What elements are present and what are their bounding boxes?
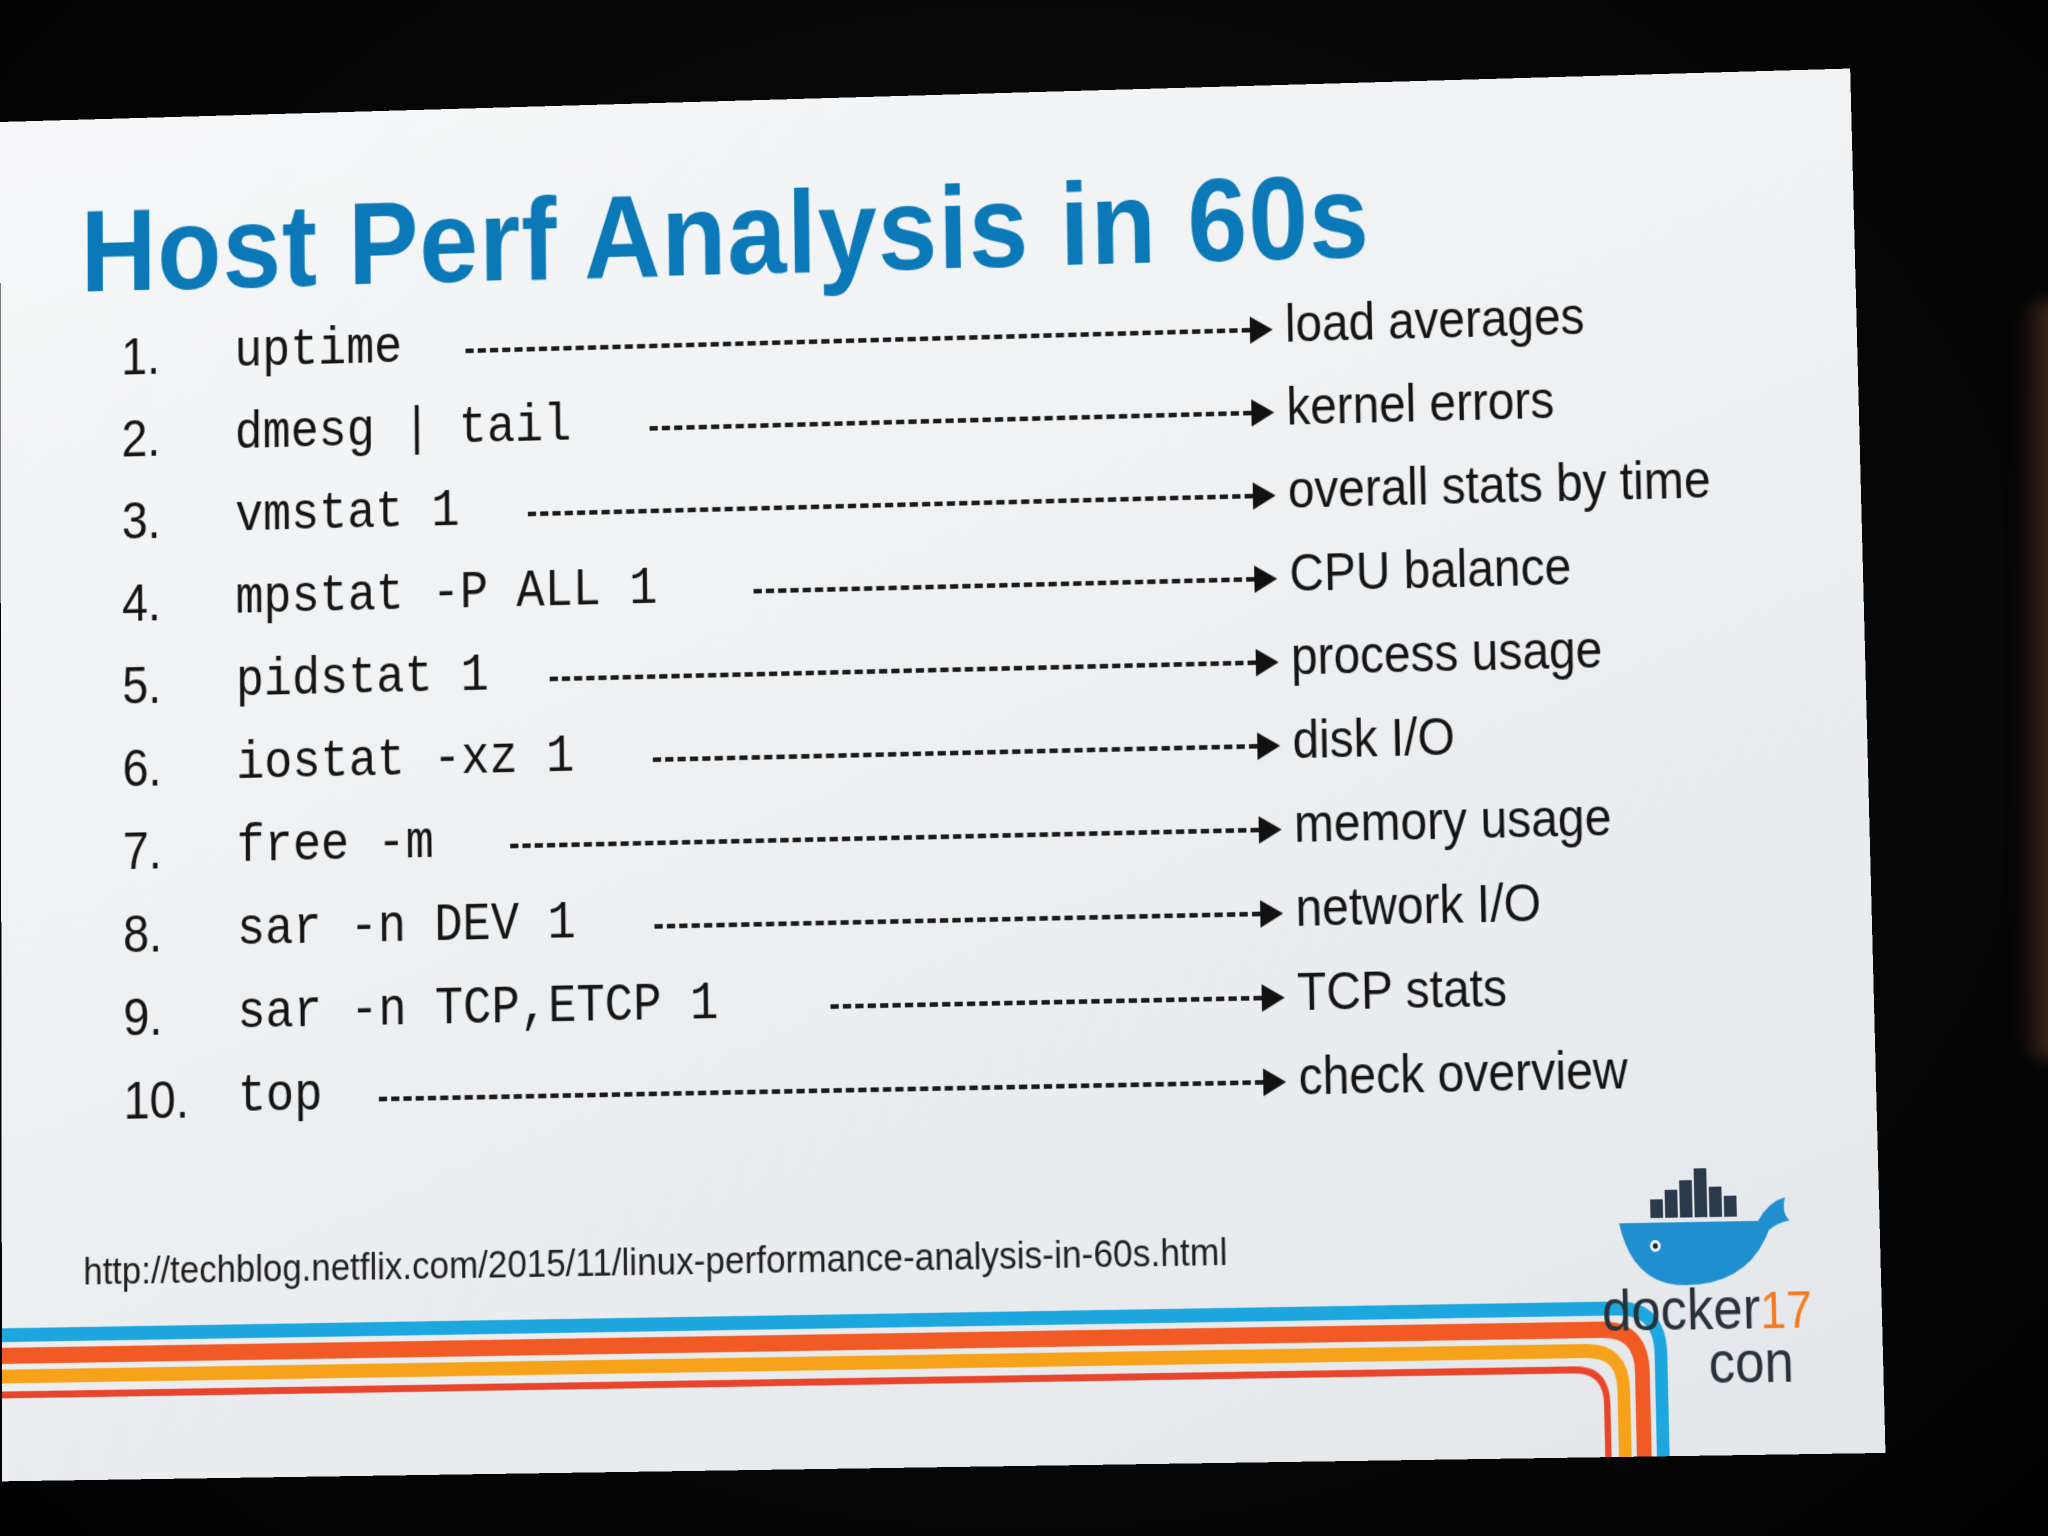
command-description: kernel errors: [1285, 369, 1555, 436]
command-description: disk I/O: [1291, 706, 1456, 770]
dashed-arrow-icon: [549, 660, 1256, 682]
command-text: free -m: [236, 813, 434, 877]
command-text: uptime: [234, 318, 403, 382]
command-text: mpstat -P ALL 1: [235, 559, 658, 629]
command-list: 1. uptime load averages 2. dmesg | tail …: [121, 274, 1845, 1146]
command-text: vmstat 1: [235, 481, 460, 547]
dashed-arrow-icon: [652, 743, 1258, 762]
logo-wordmark-con: con: [1707, 1328, 1795, 1396]
command-text: sar -n TCP,ETCP 1: [237, 974, 719, 1044]
dashed-arrow-icon: [753, 577, 1255, 594]
command-number: 5.: [122, 655, 162, 715]
command-number: 4.: [121, 572, 162, 633]
command-description: CPU balance: [1288, 536, 1572, 603]
command-description: check overview: [1298, 1039, 1629, 1106]
command-text: pidstat 1: [235, 646, 490, 712]
command-description: memory usage: [1293, 786, 1612, 854]
command-description: load averages: [1284, 286, 1585, 354]
command-description: network I/O: [1295, 872, 1542, 938]
photo-background: Host Perf Analysis in 60s 1. uptime load…: [0, 0, 2048, 1536]
command-text: iostat -xz 1: [236, 727, 575, 794]
source-link: http://techblog.netflix.com/2015/11/linu…: [83, 1230, 1228, 1294]
command-number: 2.: [121, 408, 161, 468]
dashed-arrow-icon: [527, 493, 1253, 517]
command-number: 3.: [121, 490, 161, 551]
dockercon-logo: docker17 con: [1599, 1162, 1813, 1399]
command-description: overall stats by time: [1287, 449, 1712, 520]
command-text: dmesg | tail: [234, 396, 572, 464]
command-number: 1.: [121, 326, 161, 386]
command-description: process usage: [1290, 619, 1603, 686]
dashed-arrow-icon: [654, 911, 1261, 929]
dashed-arrow-icon: [830, 995, 1262, 1009]
command-text: sar -n DEV 1: [236, 893, 576, 961]
command-number: 9.: [123, 986, 163, 1047]
command-number: 8.: [123, 903, 163, 964]
command-number: 10.: [123, 1069, 189, 1131]
command-text: top: [237, 1065, 323, 1127]
dashed-arrow-icon: [465, 327, 1250, 354]
docker-whale-icon: [1618, 1168, 1792, 1287]
dashed-arrow-icon: [510, 827, 1259, 849]
command-number: 7.: [122, 820, 162, 881]
projected-slide: Host Perf Analysis in 60s 1. uptime load…: [0, 68, 1886, 1482]
command-number: 6.: [122, 737, 162, 798]
command-description: TCP stats: [1296, 957, 1508, 1022]
dashed-arrow-icon: [378, 1080, 1264, 1102]
dashed-arrow-icon: [649, 410, 1252, 431]
audience-glow: [2018, 300, 2048, 1060]
